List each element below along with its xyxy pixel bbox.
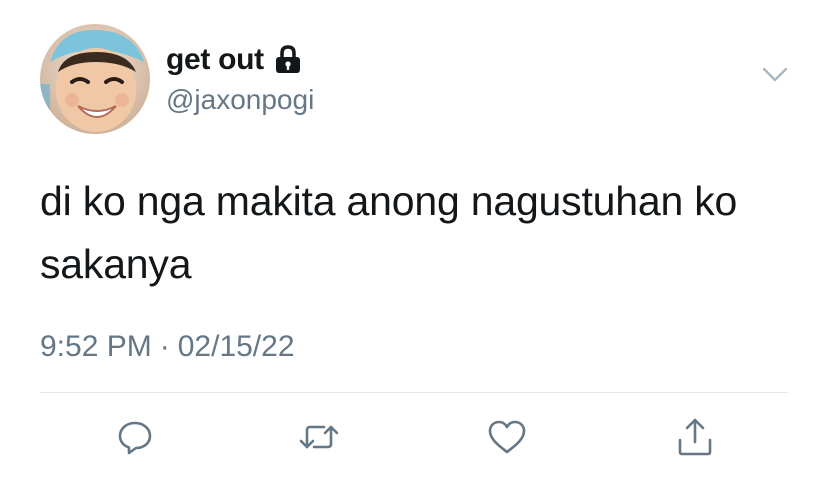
tweet-card: get out @jaxonpogi di ko nga makita anon… <box>0 0 828 482</box>
divider <box>40 392 788 393</box>
display-name[interactable]: get out <box>166 43 264 77</box>
like-button[interactable] <box>484 414 530 460</box>
author-name-row: get out <box>166 42 302 78</box>
lock-icon <box>274 45 302 75</box>
like-icon <box>488 420 526 454</box>
tweet-date: 02/15/22 <box>177 330 295 363</box>
tweet-timestamp[interactable]: 9:52 PM · 02/15/22 <box>40 330 295 364</box>
avatar-image <box>40 24 150 134</box>
chevron-down-icon[interactable] <box>762 66 788 84</box>
share-icon <box>678 418 712 456</box>
timestamp-separator: · <box>159 330 170 363</box>
author-handle[interactable]: @jaxonpogi <box>166 84 314 116</box>
retweet-button[interactable] <box>296 414 342 460</box>
share-button[interactable] <box>672 414 718 460</box>
tweet-actions <box>0 414 828 462</box>
retweet-icon <box>299 425 339 449</box>
reply-button[interactable] <box>112 414 158 460</box>
reply-icon <box>118 421 152 455</box>
tweet-text: di ko nga makita anong nagustuhan ko sak… <box>40 178 738 287</box>
avatar[interactable] <box>40 24 150 134</box>
tweet-time: 9:52 PM <box>40 330 152 363</box>
